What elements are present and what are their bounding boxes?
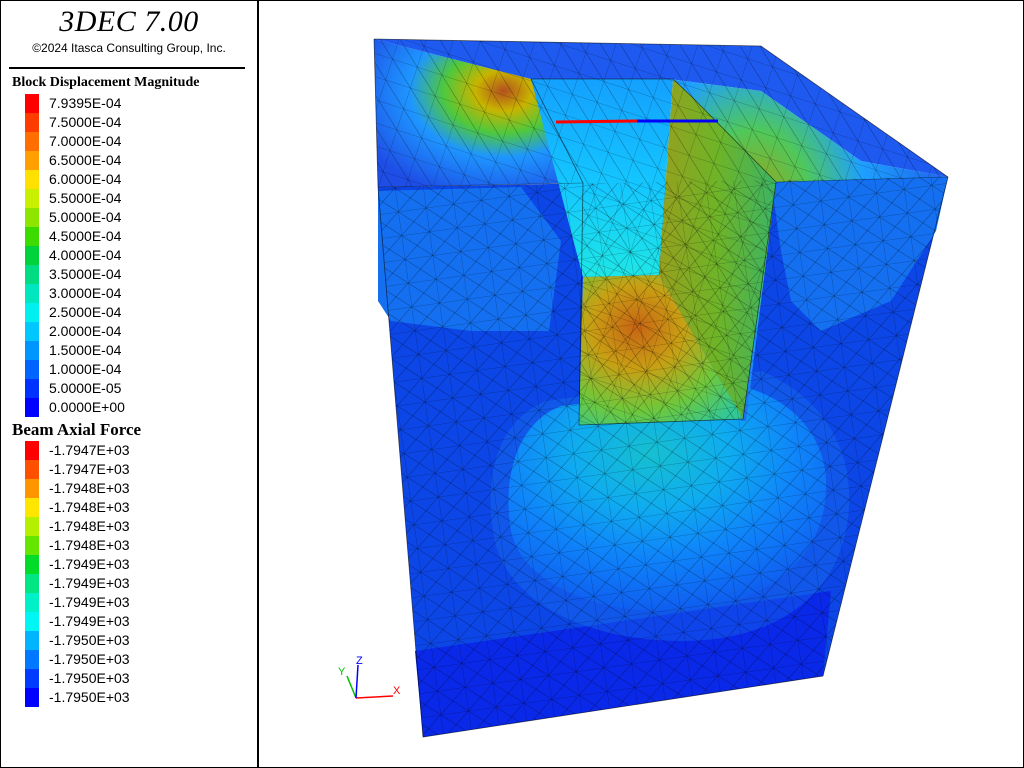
legend-swatch <box>25 132 39 151</box>
legend-swatch <box>25 555 39 574</box>
legend-label: -1.7947E+03 <box>49 461 130 477</box>
legend-label: -1.7949E+03 <box>49 575 130 591</box>
legend-label: -1.7949E+03 <box>49 594 130 610</box>
legend-label: -1.7950E+03 <box>49 670 130 686</box>
model-render[interactable]: X Y Z <box>259 1 1023 767</box>
legend-swatch <box>25 113 39 132</box>
legend-swatch <box>25 688 39 707</box>
legend-swatch <box>25 517 39 536</box>
displacement-legend-labels: 7.9395E-04 7.5000E-04 7.0000E-04 6.5000E-04… <box>49 94 125 417</box>
legend-swatch <box>25 479 39 498</box>
legend-label: 5.0000E-05 <box>49 380 122 396</box>
legend-label: 7.0000E-04 <box>49 133 122 149</box>
legend-label: 1.0000E-04 <box>49 361 122 377</box>
legend-divider <box>9 67 245 69</box>
legend-label: 3.5000E-04 <box>49 266 122 282</box>
legend-label: -1.7950E+03 <box>49 651 130 667</box>
legend-label: 6.5000E-04 <box>49 152 122 168</box>
legend-label: -1.7948E+03 <box>49 518 130 534</box>
legend-label: -1.7948E+03 <box>49 537 130 553</box>
y-axis-label: Y <box>338 666 346 678</box>
x-axis-line <box>355 695 394 699</box>
z-axis-label: Z <box>356 655 363 667</box>
y-axis-line <box>346 675 357 699</box>
legend-label: -1.7949E+03 <box>49 556 130 572</box>
legend-label: 5.5000E-04 <box>49 190 122 206</box>
beam-force-legend-labels: -1.7947E+03 -1.7947E+03 -1.7948E+03 -1.7948… <box>49 441 130 707</box>
legend-swatch <box>25 341 39 360</box>
copyright-text: ©2024 Itasca Consulting Group, Inc. <box>32 41 226 55</box>
legend-label: 4.5000E-04 <box>49 228 122 244</box>
legend-swatch <box>25 189 39 208</box>
legend-label: -1.7950E+03 <box>49 689 130 705</box>
legend-label: -1.7949E+03 <box>49 613 130 629</box>
legend-swatch <box>25 536 39 555</box>
legend-swatch <box>25 631 39 650</box>
legend-swatch <box>25 246 39 265</box>
legend-swatch <box>25 208 39 227</box>
legend-swatch <box>25 360 39 379</box>
beam-legend-title: Beam Axial Force <box>12 420 142 439</box>
beam-force-color-scale <box>25 441 39 707</box>
legend-label: -1.7950E+03 <box>49 632 130 648</box>
axes-triad: X Y Z <box>338 655 401 699</box>
legend-swatch <box>25 441 39 460</box>
legend-swatch <box>25 379 39 398</box>
legend-swatch <box>25 170 39 189</box>
model-viewport[interactable]: X Y Z <box>259 1 1023 767</box>
beam-segment-red <box>555 119 638 124</box>
displacement-legend-title: Block Displacement Magnitude <box>12 75 200 90</box>
legend-label: 0.0000E+00 <box>49 399 125 415</box>
legend-swatch <box>25 460 39 479</box>
z-axis-line <box>355 664 359 699</box>
legend-swatch <box>25 151 39 170</box>
legend-label: 2.5000E-04 <box>49 304 122 320</box>
legend-label: 7.5000E-04 <box>49 114 122 130</box>
legend-swatch <box>25 650 39 669</box>
legend-label: 5.0000E-04 <box>49 209 122 225</box>
legend-label: -1.7947E+03 <box>49 442 130 458</box>
legend-swatch <box>25 498 39 517</box>
legend-swatch <box>25 593 39 612</box>
legend-label: -1.7948E+03 <box>49 499 130 515</box>
legend-label: 4.0000E-04 <box>49 247 122 263</box>
legend-swatch <box>25 94 39 113</box>
displacement-color-scale <box>25 94 39 417</box>
legend-swatch <box>25 227 39 246</box>
legend-label: 3.0000E-04 <box>49 285 122 301</box>
app-window: 3DEC 7.00 ©2024 Itasca Consulting Group,… <box>0 0 1024 768</box>
legend-swatch <box>25 574 39 593</box>
x-axis-label: X <box>393 685 401 697</box>
legend-swatch <box>25 284 39 303</box>
legend-label: -1.7948E+03 <box>49 480 130 496</box>
legend-swatch <box>25 303 39 322</box>
app-title: 3DEC 7.00 <box>59 5 199 38</box>
legend-swatch <box>25 612 39 631</box>
legend-label: 6.0000E-04 <box>49 171 122 187</box>
legend-swatch <box>25 669 39 688</box>
legend-swatch <box>25 398 39 417</box>
legend-swatch <box>25 265 39 284</box>
legend-label: 1.5000E-04 <box>49 342 122 358</box>
legend-label: 7.9395E-04 <box>49 95 122 111</box>
legend-label: 2.0000E-04 <box>49 323 122 339</box>
legend-swatch <box>25 322 39 341</box>
legend-panel: 3DEC 7.00 ©2024 Itasca Consulting Group,… <box>1 1 259 767</box>
